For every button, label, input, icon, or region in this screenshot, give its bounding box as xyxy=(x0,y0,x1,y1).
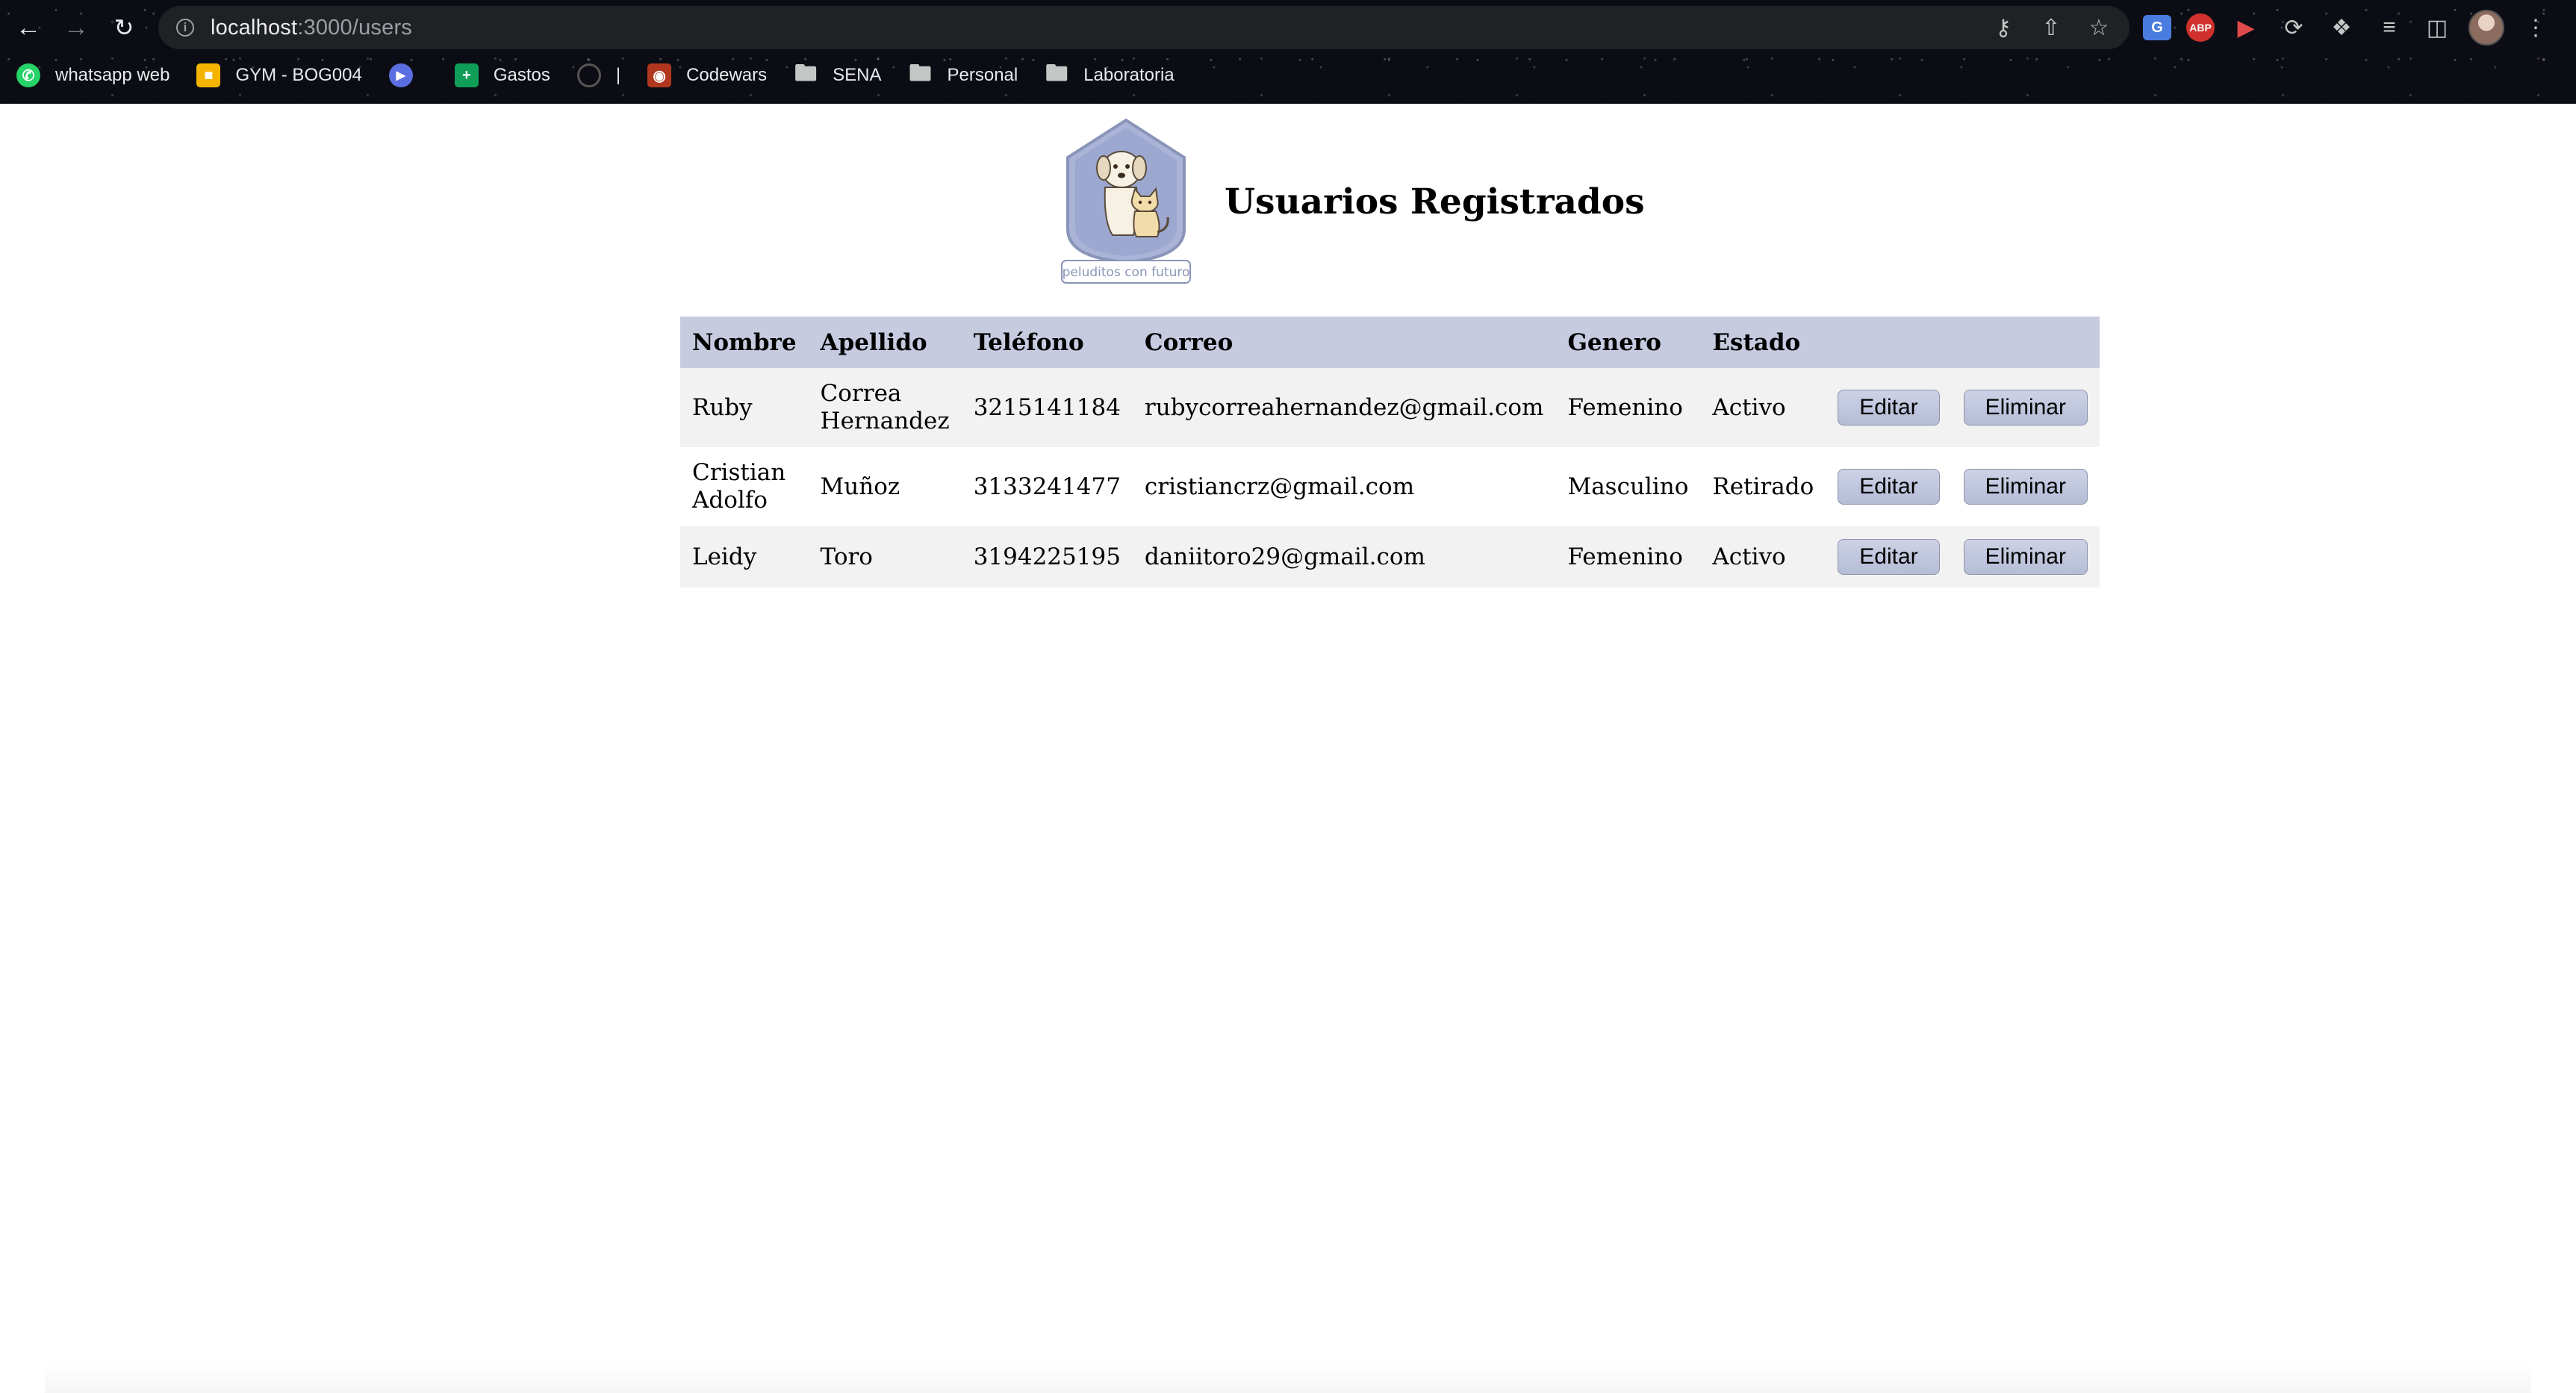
cell-telefono: 3133241477 xyxy=(973,473,1121,500)
cell-correo: cristiancrz@gmail.com xyxy=(1144,473,1415,500)
refresh-icon[interactable]: ⟳ xyxy=(2277,11,2310,44)
delete-button[interactable]: Eliminar xyxy=(1963,390,2088,426)
window-bottom-edge xyxy=(45,1363,2531,1393)
edit-button[interactable]: Editar xyxy=(1838,469,1940,505)
media-icon[interactable]: ≡ xyxy=(2373,11,2406,44)
record-icon[interactable]: ▶ xyxy=(2230,11,2262,44)
bookmark-folder-laboratoria[interactable]: 🖿 Laboratoria xyxy=(1045,57,1174,94)
bookmark-label: Codewars xyxy=(686,65,768,85)
cell-apellido: Muñoz xyxy=(820,473,900,500)
address-bar[interactable]: i localhost:3000/users ⚷ ⇧ ☆ xyxy=(158,6,2129,49)
table-row: Leidy Toro 3194225195 daniitoro29@gmail.… xyxy=(680,526,2100,588)
whatsapp-icon: ✆ xyxy=(16,63,40,87)
cell-estado: Activo xyxy=(1712,543,1786,570)
table-row: Cristian Adolfo Muñoz 3133241477 cristia… xyxy=(680,447,2100,526)
omnibox-actions: ⚷ ⇧ ☆ xyxy=(1989,6,2113,49)
cell-delete: Eliminar xyxy=(1952,368,2100,447)
bookmark-label: GYM - BOG004 xyxy=(235,65,362,85)
cell-delete: Eliminar xyxy=(1952,447,2100,526)
edit-button[interactable]: Editar xyxy=(1838,390,1940,426)
edit-button[interactable]: Editar xyxy=(1838,539,1940,575)
column-header-edit xyxy=(1826,317,1952,368)
bookmark-label: Laboratoria xyxy=(1083,65,1175,85)
bookmark-gym[interactable]: ■ GYM - BOG004 xyxy=(196,57,362,94)
column-header-delete xyxy=(1951,317,2100,368)
sidepanel-icon[interactable]: ◫ xyxy=(2421,11,2454,44)
cell-estado: Activo xyxy=(1712,393,1786,421)
translate-icon[interactable]: G xyxy=(2143,15,2171,40)
bookmarks-bar: ✆ whatsapp web ■ GYM - BOG004 ▶ + Gastos… xyxy=(0,57,2576,94)
cell-apellido: Toro xyxy=(820,543,873,570)
column-header-telefono: Teléfono xyxy=(961,317,1133,368)
cell-genero: Masculino xyxy=(1567,473,1689,500)
url-text[interactable]: localhost:3000/users xyxy=(211,16,412,40)
browser-chrome: ← → ↻ i localhost:3000/users ⚷ ⇧ ☆ G ABP… xyxy=(0,0,2576,104)
bookmark-whatsapp[interactable]: ✆ whatsapp web xyxy=(16,57,169,94)
bookmark-star-icon[interactable]: ☆ xyxy=(2085,15,2113,41)
page-header: peluditos con futuro Usuarios Registrado… xyxy=(1059,116,1645,287)
bookmark-label: Personal xyxy=(947,65,1018,85)
bookmark-codewars[interactable]: ◉ Codewars xyxy=(647,57,767,94)
folder-icon: 🖿 xyxy=(794,60,818,86)
table-row: Ruby Correa Hernandez 3215141184 rubycor… xyxy=(680,368,2100,447)
sheets-icon: + xyxy=(454,63,479,87)
logo: peluditos con futuro xyxy=(1061,118,1191,284)
page-title: Usuarios Registrados xyxy=(1225,181,1645,222)
folder-icon: 🖿 xyxy=(909,60,932,86)
cell-delete: Eliminar xyxy=(1952,526,2100,588)
cell-genero: Femenino xyxy=(1567,393,1683,421)
github-icon xyxy=(576,63,601,87)
bookmark-label: Gastos xyxy=(493,65,550,85)
delete-button[interactable]: Eliminar xyxy=(1963,539,2088,575)
reload-icon[interactable]: ↻ xyxy=(106,10,142,46)
cell-nombre: Cristian Adolfo xyxy=(692,459,786,514)
password-key-icon[interactable]: ⚷ xyxy=(1989,15,2017,41)
avatar[interactable] xyxy=(2468,10,2504,46)
column-header-apellido: Apellido xyxy=(808,317,962,368)
back-icon[interactable]: ← xyxy=(10,10,46,46)
adblock-icon[interactable]: ABP xyxy=(2186,13,2215,42)
browser-toolbar: ← → ↻ i localhost:3000/users ⚷ ⇧ ☆ G ABP… xyxy=(0,0,2576,55)
url-host: localhost xyxy=(211,15,298,40)
gym-icon: ■ xyxy=(196,63,221,87)
column-header-nombre: Nombre xyxy=(680,317,809,368)
cell-estado: Retirado xyxy=(1712,473,1814,500)
column-header-correo: Correo xyxy=(1132,317,1556,368)
column-header-genero: Genero xyxy=(1555,317,1701,368)
bookmark-label: whatsapp web xyxy=(55,65,170,85)
bookmark-github[interactable]: | xyxy=(576,57,621,94)
cell-telefono: 3215141184 xyxy=(973,393,1121,421)
cell-nombre: Leidy xyxy=(692,543,757,570)
extensions-bar: G ABP ▶ ⟳ ❖ ≡ ◫ ⋮ xyxy=(2143,7,2552,48)
bookmark-label: SENA xyxy=(833,65,882,85)
url-path: :3000/users xyxy=(297,15,413,40)
forward-icon[interactable]: → xyxy=(58,10,94,46)
logo-text: peluditos con futuro xyxy=(1063,265,1190,280)
column-header-estado: Estado xyxy=(1700,317,1826,368)
cell-edit: Editar xyxy=(1826,526,1951,588)
cell-correo: daniitoro29@gmail.com xyxy=(1144,543,1425,570)
bookmark-folder-personal[interactable]: 🖿 Personal xyxy=(909,57,1018,94)
cell-genero: Femenino xyxy=(1567,543,1683,570)
table-header-row: Nombre Apellido Teléfono Correo Genero E… xyxy=(680,317,2100,368)
menu-icon[interactable]: ⋮ xyxy=(2519,11,2552,44)
folder-icon: 🖿 xyxy=(1045,60,1068,86)
cell-edit: Editar xyxy=(1826,447,1951,526)
bookmark-label: | xyxy=(615,65,621,85)
share-icon[interactable]: ⇧ xyxy=(2037,15,2065,41)
cell-edit: Editar xyxy=(1826,368,1951,447)
cell-apellido: Correa Hernandez xyxy=(820,380,950,434)
cell-nombre: Ruby xyxy=(692,393,753,421)
bookmark-folder-sena[interactable]: 🖿 SENA xyxy=(794,57,881,94)
users-table: Nombre Apellido Teléfono Correo Genero E… xyxy=(680,317,2100,588)
codewars-icon: ◉ xyxy=(647,63,672,87)
play-icon: ▶ xyxy=(388,63,413,87)
bookmark-gastos[interactable]: + Gastos xyxy=(454,57,550,94)
puzzle-icon[interactable]: ❖ xyxy=(2325,11,2358,44)
bookmark-play[interactable]: ▶ xyxy=(388,57,428,94)
site-info-icon[interactable]: i xyxy=(176,19,194,37)
cell-correo: rubycorreahernandez@gmail.com xyxy=(1144,393,1544,421)
delete-button[interactable]: Eliminar xyxy=(1963,469,2088,505)
cell-telefono: 3194225195 xyxy=(973,543,1121,570)
